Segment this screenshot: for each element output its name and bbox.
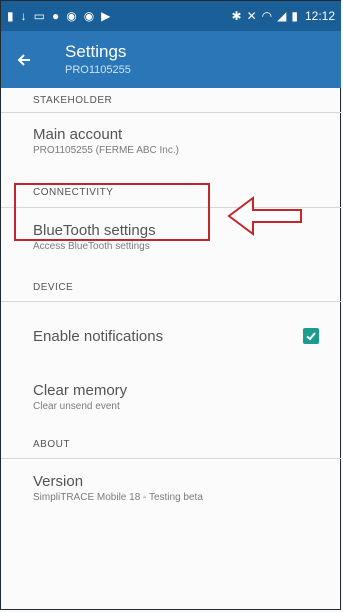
notification-icon: ▮	[7, 9, 14, 23]
mute-icon: ✕	[246, 9, 257, 23]
version-summary: SimpliTRACE Mobile 18 - Testing beta	[33, 492, 203, 503]
download-icon: ↓	[20, 9, 27, 23]
wifi-icon: ◠	[261, 9, 273, 23]
section-header-stakeholder: STAKEHOLDER	[1, 88, 341, 113]
main-account-item[interactable]: Main account PRO1105255 (FERME ABC Inc.)	[1, 113, 341, 177]
enable-notifications-checkbox[interactable]	[303, 328, 319, 344]
app-icon: ●	[51, 9, 60, 23]
section-header-device: DEVICE	[1, 274, 341, 302]
bluetooth-icon: ✱	[231, 9, 242, 23]
location-icon: ◉	[83, 9, 95, 23]
version-item[interactable]: Version SimpliTRACE Mobile 18 - Testing …	[1, 459, 341, 519]
back-button[interactable]	[11, 47, 37, 73]
enable-notifications-title: Enable notifications	[33, 327, 164, 345]
battery-icon: ▮	[291, 9, 298, 23]
signal-icon: ◢	[277, 9, 287, 23]
main-account-title: Main account	[33, 126, 123, 143]
status-bar: ▮ ↓ ▭ ● ◉ ◉ ▶ ✱ ✕ ◠ ◢ ▮ 12:12	[1, 1, 341, 31]
enable-notifications-item[interactable]: Enable notifications	[1, 302, 341, 370]
section-header-about: ABOUT	[1, 430, 341, 459]
clear-memory-title: Clear memory	[33, 382, 128, 399]
play-icon: ▶	[101, 9, 111, 23]
settings-list: STAKEHOLDER Main account PRO1105255 (FER…	[1, 88, 341, 519]
version-title: Version	[33, 473, 84, 490]
bluetooth-settings-summary: Access BlueTooth settings	[33, 241, 150, 252]
shield-icon: ◉	[66, 9, 77, 23]
checkmark-icon	[306, 332, 316, 341]
page-title: Settings	[65, 42, 127, 61]
main-account-summary: PRO1105255 (FERME ABC Inc.)	[33, 145, 179, 156]
app-bar: Settings PRO1105255	[1, 31, 341, 88]
status-time: 12:12	[304, 9, 335, 23]
bluetooth-highlight-box	[14, 183, 210, 241]
image-icon: ▭	[33, 9, 45, 23]
arrow-left-icon	[17, 53, 30, 66]
clear-memory-summary: Clear unsend event	[33, 401, 120, 412]
pointer-arrow-icon	[227, 196, 302, 236]
page-subtitle: PRO1105255	[65, 64, 131, 76]
clear-memory-item[interactable]: Clear memory Clear unsend event	[1, 370, 341, 430]
